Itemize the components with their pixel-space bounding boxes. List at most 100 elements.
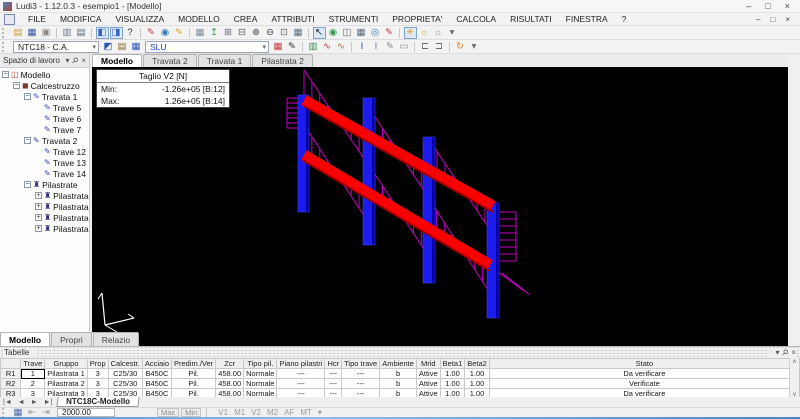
zoom-out-icon[interactable]: ⊖ xyxy=(264,27,277,39)
print-icon[interactable]: ▤ xyxy=(75,27,88,39)
marker-icon[interactable]: ✎ xyxy=(145,27,158,39)
extend-icon[interactable]: ⊞ xyxy=(222,27,235,39)
tree-item-trave-13[interactable]: ✎ Trave 13 xyxy=(0,157,89,168)
save-icon[interactable]: ▦ xyxy=(26,27,39,39)
scale-value-field[interactable]: 2000.00 xyxy=(57,408,115,417)
snap-grid-icon[interactable]: ▦ xyxy=(194,27,207,39)
view-tab-travata-1[interactable]: Travata 1 xyxy=(197,54,252,67)
column-header-acciaio[interactable]: Acciaio xyxy=(141,358,173,369)
column-header-stato[interactable]: Stato xyxy=(488,358,800,369)
menu-item-risultati[interactable]: RISULTATI xyxy=(503,14,559,24)
steel-profile-icon[interactable]: I xyxy=(370,41,383,53)
copy-icon[interactable]: ▣ xyxy=(40,27,53,39)
cell-hcr[interactable]: --- xyxy=(324,378,343,389)
cell-tipo-trave[interactable]: --- xyxy=(341,368,381,379)
panel-tab-relazio[interactable]: Relazio xyxy=(92,332,140,346)
chart-icon[interactable]: ▥ xyxy=(307,41,320,53)
cell-zcr[interactable]: 458.00 xyxy=(215,378,245,389)
shrink-icon[interactable]: ⊟ xyxy=(236,27,249,39)
render-globe-icon[interactable]: ◉ xyxy=(159,27,172,39)
cell-tipo-trave[interactable]: --- xyxy=(341,378,381,389)
column-header-beta2[interactable]: Beta2 xyxy=(464,358,490,369)
component-af-button[interactable]: AF xyxy=(284,408,294,417)
cell-mrid[interactable]: Attive xyxy=(415,368,441,379)
sheet-nav-icon[interactable]: ►| xyxy=(41,399,56,406)
context-help-icon[interactable]: ? xyxy=(124,27,137,39)
workspace-close-icon[interactable]: × xyxy=(81,56,86,65)
cell-gruppo[interactable]: Pilastrata 1 xyxy=(44,368,88,379)
workspace-pin-icon[interactable]: ⚲ xyxy=(70,55,81,66)
tree-item-trave-5[interactable]: ✎ Trave 5 xyxy=(0,102,89,113)
tree-item-pilastrate[interactable]: − ♜ Pilastrate xyxy=(0,179,89,190)
sheet-nav-icon[interactable]: ◄ xyxy=(15,399,28,406)
minimize-icon[interactable]: – xyxy=(746,1,751,11)
panel-tab-propri[interactable]: Propri xyxy=(51,332,92,346)
cell-tipo-pil[interactable]: Normale xyxy=(243,378,278,389)
column-header-prop[interactable]: Prop xyxy=(86,358,109,369)
pan-icon[interactable]: ⊡ xyxy=(278,27,291,39)
mdi-minimize-icon[interactable]: – xyxy=(756,15,760,24)
column-header-predim-ver[interactable]: Predim./Ver xyxy=(170,358,217,369)
section-icon[interactable]: ◫ xyxy=(341,27,354,39)
annotate-icon[interactable]: ✎ xyxy=(383,27,396,39)
print-preview-icon[interactable]: ▥ xyxy=(61,27,74,39)
column-header-piano-pilastri[interactable]: Piano pilastri xyxy=(276,358,326,369)
edit-sketch-icon[interactable]: ✎ xyxy=(286,41,299,53)
cell-trave[interactable]: 2 xyxy=(20,378,46,389)
fit-view-icon[interactable]: ▦ xyxy=(292,27,305,39)
draw-icon[interactable]: ✎ xyxy=(173,27,186,39)
menu-item-crea[interactable]: CREA xyxy=(227,14,265,24)
light-off-icon[interactable]: ☼ xyxy=(432,27,445,39)
tree-item-pilastrata-2[interactable]: +♜Pilastrata 2 xyxy=(0,201,89,212)
table-scrollbar[interactable]: ∧ ∨ xyxy=(789,358,799,398)
cell-gruppo[interactable]: Pilastrata 2 xyxy=(44,378,88,389)
component-v2-button[interactable]: V2 xyxy=(251,408,261,417)
menu-item-finestra[interactable]: FINESTRA xyxy=(559,14,615,24)
mdi-document-icon[interactable] xyxy=(4,13,15,25)
menu-item-calcola[interactable]: CALCOLA xyxy=(449,14,503,24)
combination-combobox[interactable]: SLU ▾ xyxy=(145,40,269,53)
raise-icon[interactable]: ↥ xyxy=(208,27,221,39)
tree-item-trave-12[interactable]: ✎ Trave 12 xyxy=(0,146,89,157)
column-header-gruppo[interactable]: Gruppo xyxy=(44,358,88,369)
menu-item-help[interactable]: ? xyxy=(615,14,634,24)
cell-piano-pilastri[interactable]: --- xyxy=(276,368,326,379)
beam-section-icon[interactable]: I xyxy=(356,41,369,53)
tree-item-pilastrata-4[interactable]: +♜Pilastrata 4 xyxy=(0,223,89,234)
cell-predim-ver[interactable]: Pil. xyxy=(170,378,217,389)
component-mt-button[interactable]: MT xyxy=(300,408,312,417)
cell-ambiente[interactable]: b xyxy=(379,378,417,389)
tree-item-pilastrata-3[interactable]: +♜Pilastrata 3 xyxy=(0,212,89,223)
menu-item-visualizza[interactable]: VISUALIZZA xyxy=(109,14,172,24)
tree-expander-icon[interactable]: + xyxy=(35,225,42,232)
cell-mrid[interactable]: Attive xyxy=(415,378,441,389)
mdi-restore-icon[interactable]: □ xyxy=(770,15,775,24)
cell-beta2[interactable]: 1.00 xyxy=(464,368,490,379)
mesh-icon[interactable]: ▦ xyxy=(355,27,368,39)
tree-item-trave-7[interactable]: ✎ Trave 7 xyxy=(0,124,89,135)
column-header-trave[interactable]: Trave xyxy=(20,358,46,369)
toolbar2-more-icon[interactable]: ▾ xyxy=(468,41,481,53)
open-file-icon[interactable]: ▤ xyxy=(12,27,25,39)
chevron-down-icon[interactable]: ▾ xyxy=(92,43,98,51)
zoom-in-icon[interactable]: ⊕ xyxy=(250,27,263,39)
chevron-down-icon[interactable]: ▾ xyxy=(262,43,268,51)
column-header-tipo-trave[interactable]: Tipo trave xyxy=(341,358,381,369)
component-v1-button[interactable]: V1 xyxy=(218,408,228,417)
column-header-tipo-pil[interactable]: Tipo pil. xyxy=(243,358,278,369)
diagram-v-icon[interactable]: ∿ xyxy=(321,41,334,53)
clamp-left-icon[interactable]: ⊏ xyxy=(419,41,432,53)
column-header-calcestr[interactable]: Calcestr. xyxy=(107,358,143,369)
cell-beta1[interactable]: 1.00 xyxy=(439,368,466,379)
cell-beta1[interactable]: 1.00 xyxy=(439,378,466,389)
tree-item-trave-6[interactable]: ✎ Trave 6 xyxy=(0,113,89,124)
cell-ambiente[interactable]: b xyxy=(379,368,417,379)
component-m2-button[interactable]: M2 xyxy=(267,408,278,417)
tree-expander-icon[interactable]: − xyxy=(2,71,9,78)
shaded-view-icon[interactable]: ◉ xyxy=(327,27,340,39)
sheet-nav-icon[interactable]: |◄ xyxy=(0,399,15,406)
eraser-icon[interactable]: ▭ xyxy=(398,41,411,53)
row-header[interactable]: R2 xyxy=(0,378,22,389)
tree-item-travata-1[interactable]: − ✎ Travata 1 xyxy=(0,91,89,102)
light-icon[interactable]: ☼ xyxy=(418,27,431,39)
